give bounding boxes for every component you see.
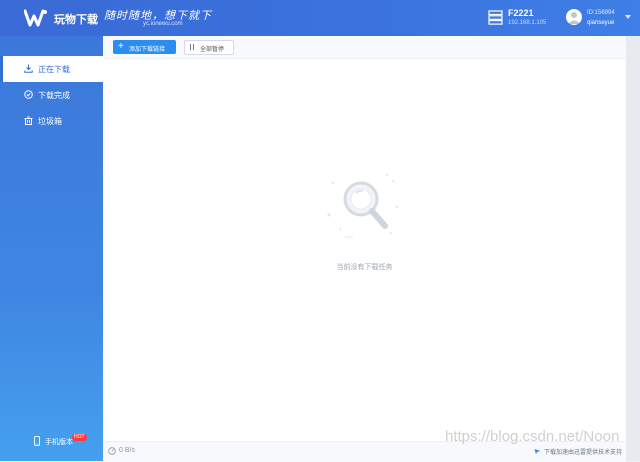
right-edge-panel — [626, 36, 640, 461]
pause-icon — [190, 44, 194, 50]
tech-support-text: 下载加速由迅雷提供技术支持 — [544, 450, 623, 456]
domain-text: yc.ionewu.com — [143, 21, 183, 27]
empty-state-text: 当前没有下载任务 — [336, 264, 393, 271]
sidebar-item-label: 垃圾箱 — [38, 117, 62, 126]
chevron-down-icon[interactable] — [625, 15, 631, 19]
server-icon[interactable] — [488, 10, 503, 25]
mobile-phone-icon — [34, 436, 40, 446]
user-name[interactable]: qianseyue — [587, 20, 614, 26]
add-download-link-button[interactable]: + 添加下载链接 — [113, 40, 176, 54]
pause-all-button[interactable]: 全部暂停 — [184, 40, 234, 55]
mobile-version-label: 手机版本 — [45, 439, 73, 446]
download-speed: 0 B/s — [119, 447, 135, 454]
sidebar-item-completed[interactable]: 下载完成 — [0, 82, 103, 108]
sidebar-item-downloading[interactable]: 正在下载 — [0, 56, 103, 82]
hot-badge: HOT — [72, 434, 87, 441]
device-ip: 192.168.1.105 — [508, 20, 547, 26]
sidebar-item-label: 下载完成 — [38, 91, 70, 100]
watermark: https://blog.csdn.net/Noon — [445, 428, 620, 445]
check-circle-icon — [24, 90, 33, 99]
sidebar-item-label: 正在下载 — [38, 65, 70, 74]
plus-icon: + — [118, 41, 124, 52]
empty-search-icon — [327, 173, 399, 238]
brand-name: 玩物下载 — [54, 14, 98, 26]
trash-icon — [24, 116, 33, 125]
user-id: ID:156994 — [587, 10, 615, 16]
sidebar-item-trash[interactable]: 垃圾箱 — [0, 108, 103, 134]
main-panel: + 添加下载链接 全部暂停 当前没有下载任务 0 B/s 下载加速由迅雷提供技术… — [103, 36, 626, 462]
device-name[interactable]: F2221 — [508, 8, 534, 18]
speedometer-icon — [108, 447, 116, 455]
avatar[interactable] — [566, 9, 582, 25]
thunder-bird-icon — [534, 449, 541, 455]
sidebar: 正在下载 下载完成 垃圾箱 手机版本 — [0, 36, 103, 461]
logo-icon — [24, 9, 47, 27]
download-icon — [24, 64, 33, 73]
toolbar: + 添加下载链接 全部暂停 — [103, 36, 626, 59]
app-header: 玩物下载 随时随地，想下就下 yc.ionewu.com F2221 192.1… — [0, 0, 640, 36]
user-avatar-icon — [568, 12, 580, 24]
